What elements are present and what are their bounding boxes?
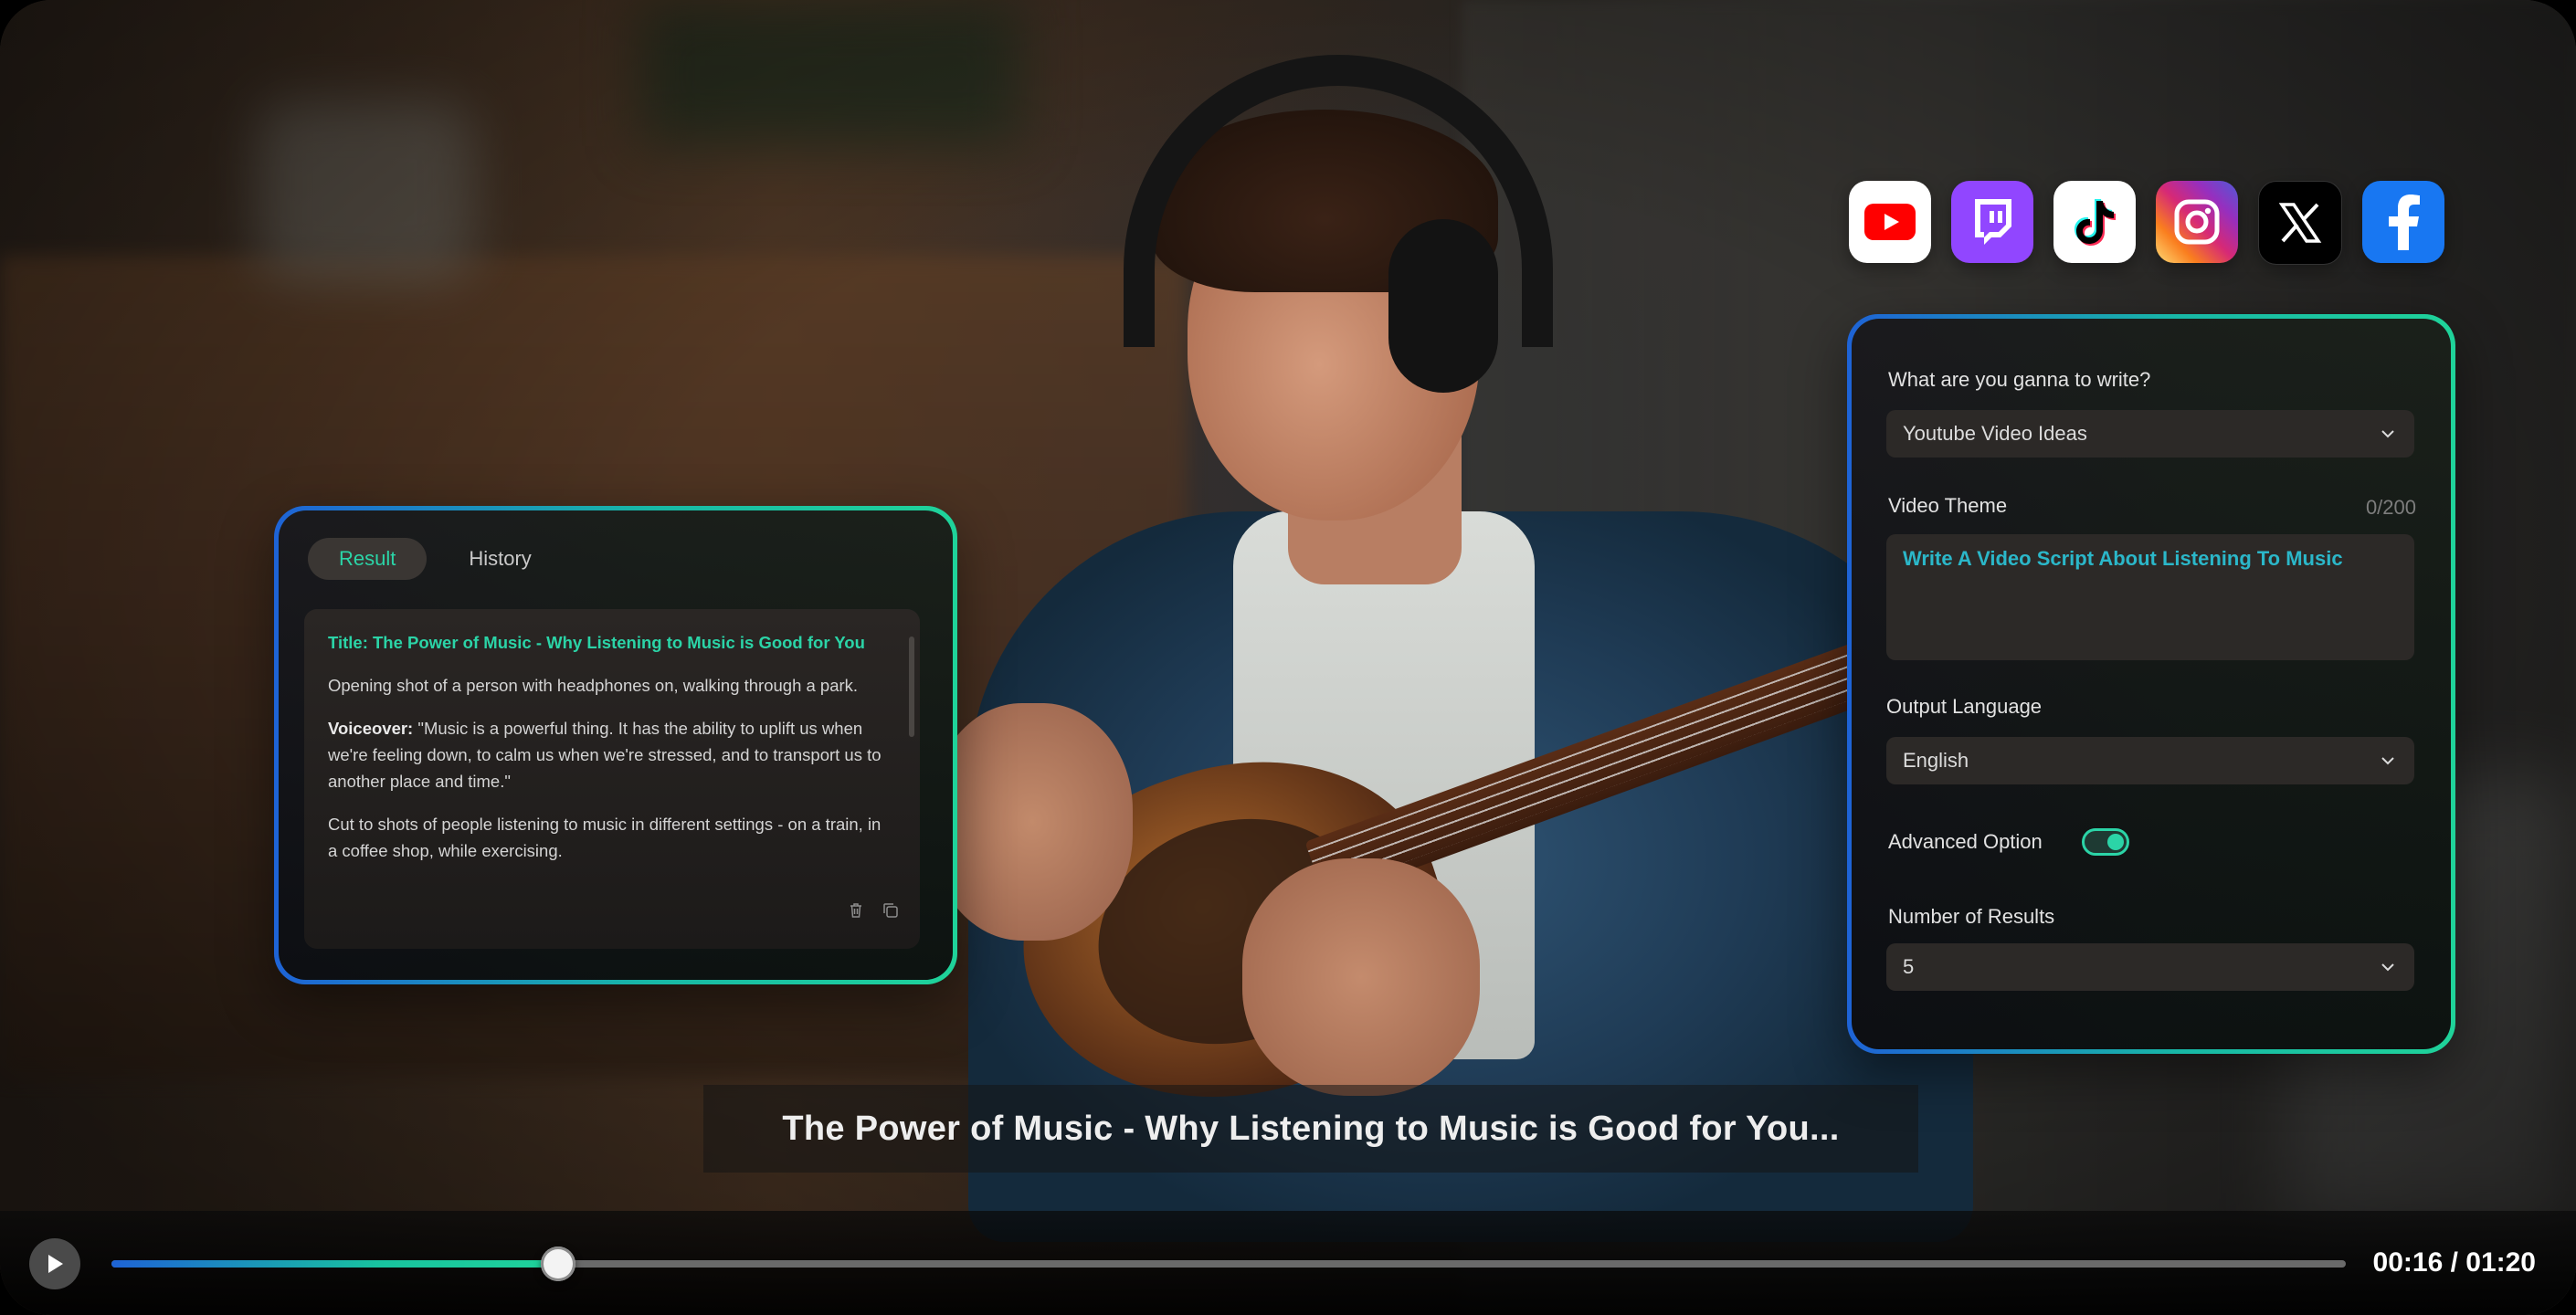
result-title: Title: The Power of Music - Why Listenin… [328, 633, 865, 652]
youtube-icon[interactable] [1849, 181, 1931, 263]
video-player-controls: 00:16 / 01:20 [0, 1211, 2576, 1315]
writer-form-panel: What are you ganna to write? Youtube Vid… [1847, 314, 2455, 1054]
number-of-results-select[interactable]: 5 [1886, 943, 2414, 991]
number-of-results-label: Number of Results [1888, 905, 2055, 928]
result-scrollbar[interactable] [909, 636, 914, 737]
x-icon[interactable] [2258, 181, 2342, 265]
video-theme-label: Video Theme [1888, 494, 2008, 517]
tab-history[interactable]: History [438, 538, 562, 580]
copy-icon[interactable] [882, 901, 900, 920]
output-language-label: Output Language [1886, 695, 2043, 718]
video-theme-input[interactable]: Write A Video Script About Listening To … [1886, 534, 2414, 660]
result-paragraph-1: Opening shot of a person with headphones… [328, 676, 859, 695]
progress-track[interactable] [111, 1247, 2346, 1281]
voiceover-label: Voiceover: [328, 719, 414, 738]
playback-time: 00:16 / 01:20 [2372, 1247, 2536, 1278]
write-type-select[interactable]: Youtube Video Ideas [1886, 410, 2414, 458]
write-type-value: Youtube Video Ideas [1903, 422, 2087, 445]
toggle-knob [2107, 834, 2124, 850]
result-text: Title: The Power of Music - Why Listenin… [328, 629, 894, 880]
subtitle-bar: The Power of Music - Why Listening to Mu… [703, 1085, 1918, 1173]
progress-fill [111, 1260, 559, 1268]
video-theme-counter: 0/200 [2365, 496, 2416, 519]
number-of-results-value: 5 [1903, 955, 1915, 978]
progress-handle[interactable] [541, 1247, 576, 1281]
advanced-option-toggle[interactable] [2082, 828, 2129, 856]
musician-figure [913, 37, 2063, 1242]
play-button[interactable] [29, 1238, 80, 1289]
social-platforms [1849, 181, 2444, 265]
facebook-icon[interactable] [2362, 181, 2444, 263]
subtitle-text: The Power of Music - Why Listening to Mu… [782, 1109, 1840, 1148]
right-hand [1242, 858, 1480, 1096]
result-actions [847, 901, 900, 920]
output-language-select[interactable]: English [1886, 737, 2414, 784]
advanced-option-label: Advanced Option [1888, 830, 2043, 853]
tab-result[interactable]: Result [308, 538, 428, 580]
result-panel: Result History Title: The Power of Music… [274, 506, 957, 984]
chevron-down-icon [2381, 757, 2394, 765]
left-hand [932, 703, 1133, 941]
chevron-down-icon [2381, 963, 2394, 972]
play-icon [48, 1255, 63, 1273]
chevron-down-icon [2381, 430, 2394, 438]
headphones-cup [1388, 219, 1498, 393]
tiktok-icon[interactable] [2053, 181, 2136, 263]
result-output-card: Title: The Power of Music - Why Listenin… [304, 609, 920, 949]
trash-icon[interactable] [847, 901, 865, 920]
twitch-icon[interactable] [1951, 181, 2033, 263]
result-tabs: Result History [308, 538, 563, 580]
result-voiceover: Voiceover: "Music is a powerful thing. I… [328, 715, 894, 794]
video-stage: Result History Title: The Power of Music… [0, 0, 2576, 1315]
result-paragraph-3: Cut to shots of people listening to musi… [328, 815, 882, 860]
output-language-value: English [1903, 749, 1969, 772]
instagram-icon[interactable] [2156, 181, 2238, 263]
write-type-label: What are you ganna to write? [1888, 368, 2151, 391]
